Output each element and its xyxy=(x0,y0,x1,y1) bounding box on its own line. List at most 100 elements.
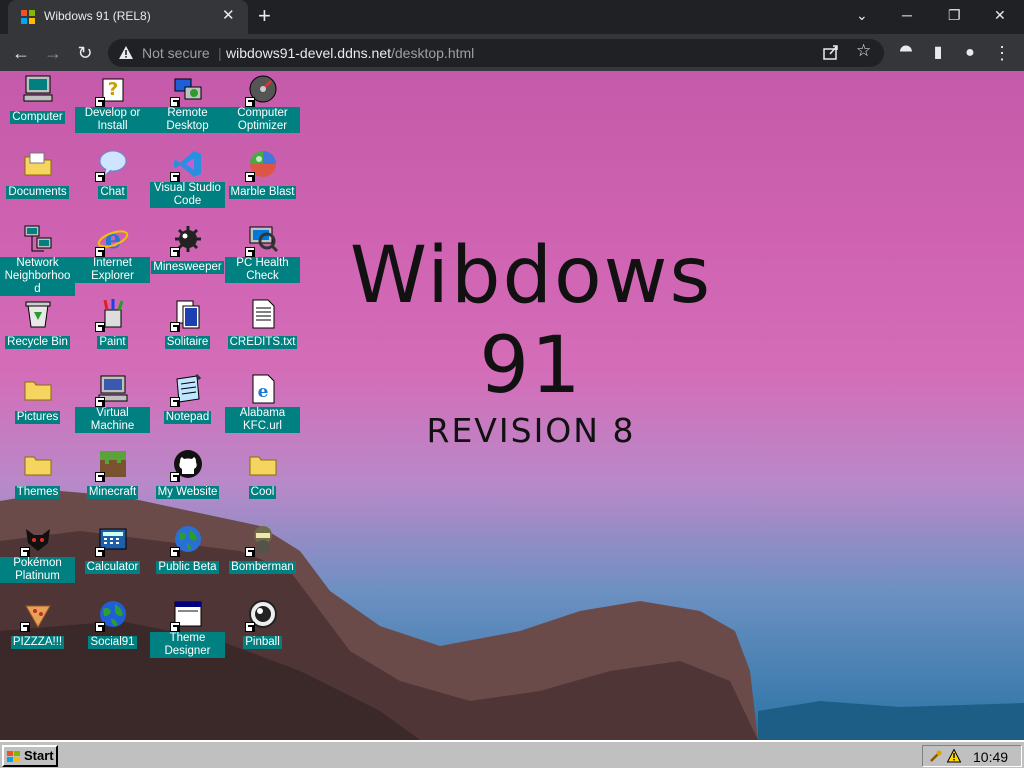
desktop-icon-label: Computer Optimizer xyxy=(225,107,300,133)
desktop-icon-alabama-kfc-url[interactable]: e Alabama KFC.url xyxy=(225,373,300,434)
favicon-icon xyxy=(20,9,36,25)
reload-button[interactable]: ↻ xyxy=(74,42,96,64)
taskbar: Start 10:49 xyxy=(0,740,1024,768)
shortcut-arrow-icon xyxy=(169,322,180,332)
desktop-icon-theme-designer[interactable]: Theme Designer xyxy=(150,598,225,659)
desktop-icon-label: Bomberman xyxy=(229,561,296,574)
close-window-button[interactable]: ✕ xyxy=(994,5,1006,25)
desktop-icon-computer[interactable]: Computer xyxy=(0,73,75,125)
desktop-icon-solitaire[interactable]: Solitaire xyxy=(150,298,225,350)
desktop-icon-develop-or-install[interactable]: ? Develop or Install xyxy=(75,73,150,134)
start-button[interactable]: Start xyxy=(2,745,58,767)
desktop-icon-paint[interactable]: Paint xyxy=(75,298,150,350)
minimize-button[interactable]: ─ xyxy=(902,5,912,25)
tab-close-icon[interactable]: ✕ xyxy=(222,7,235,25)
shortcut-arrow-icon xyxy=(19,622,30,632)
desktop-icon-public-beta[interactable]: Public Beta xyxy=(150,523,225,575)
desktop-icon-label: Remote Desktop xyxy=(150,107,225,133)
address-bar[interactable]: Not secure | wibdows91-devel.ddns.net/de… xyxy=(108,39,884,67)
system-tray: 10:49 xyxy=(922,745,1022,767)
url-file-icon: e xyxy=(247,373,279,405)
desktop-icon-internet-explorer[interactable]: e Internet Explorer xyxy=(75,223,150,284)
not-secure-icon[interactable] xyxy=(118,45,134,61)
desktop-icon-documents[interactable]: Documents xyxy=(0,148,75,200)
recycle-bin-icon xyxy=(22,298,54,330)
profile-icon[interactable]: ● xyxy=(959,42,981,64)
share-icon[interactable] xyxy=(822,43,840,61)
desktop-icon-credits-txt[interactable]: CREDITS.txt xyxy=(225,298,300,350)
maximize-button[interactable]: ❐ xyxy=(948,5,961,25)
desktop-icon-label: PC Health Check xyxy=(225,257,300,283)
desktop-icon-minesweeper[interactable]: Minesweeper xyxy=(150,223,225,275)
taskbar-clock[interactable]: 10:49 xyxy=(973,749,1008,765)
desktop-icon-themes[interactable]: Themes xyxy=(0,448,75,500)
desktop-icon-label: My Website xyxy=(155,486,220,499)
desktop-icon-computer-optimizer[interactable]: Computer Optimizer xyxy=(225,73,300,134)
shortcut-arrow-icon xyxy=(169,622,180,632)
tab-search-icon[interactable]: ⌄ xyxy=(856,5,868,25)
browser-tab-strip: Wibdows 91 (REL8) ✕ + ⌄ ─ ❐ ✕ xyxy=(0,0,1024,34)
desktop-icon-label: Social91 xyxy=(88,636,137,649)
desktop-icon-network-neighborhood[interactable]: Network Neighborhood xyxy=(0,223,75,297)
shortcut-arrow-icon xyxy=(94,547,105,557)
desktop-icon-pok-mon-platinum[interactable]: Pokémon Platinum xyxy=(0,523,75,584)
extensions-icon[interactable]: ⯊ xyxy=(895,42,917,64)
desktop-icon-pc-health-check[interactable]: PC Health Check xyxy=(225,223,300,284)
desktop-icon-pizzza[interactable]: PIZZZA!!! xyxy=(0,598,75,650)
desktop-icon-my-website[interactable]: My Website xyxy=(150,448,225,500)
forward-button[interactable]: → xyxy=(42,42,64,64)
desktop-icon-label: Visual Studio Code xyxy=(150,182,225,208)
side-panel-icon[interactable]: ▮ xyxy=(927,42,949,64)
desktop-icon-chat[interactable]: Chat xyxy=(75,148,150,200)
new-tab-button[interactable]: + xyxy=(258,4,271,28)
mine-icon xyxy=(169,223,204,257)
browser-tab[interactable]: Wibdows 91 (REL8) ✕ xyxy=(8,0,248,34)
chat-icon xyxy=(94,148,129,182)
desktop-icon-bomberman[interactable]: Bomberman xyxy=(225,523,300,575)
desktop[interactable]: Wibdows 91 REVISION 8 Computer? Develop o… xyxy=(0,71,1024,740)
virtual-machine-icon xyxy=(94,373,129,407)
desktop-icon-label: Solitaire xyxy=(164,336,211,349)
desktop-icon-calculator[interactable]: Calculator xyxy=(75,523,150,575)
warning-icon[interactable] xyxy=(946,748,962,763)
ie-icon: e xyxy=(94,223,129,257)
shortcut-arrow-icon xyxy=(244,622,255,632)
browser-toolbar: ← → ↻ Not secure | wibdows91-devel.ddns.… xyxy=(0,34,1024,71)
back-button[interactable]: ← xyxy=(10,42,32,64)
desktop-icon-cool[interactable]: Cool xyxy=(225,448,300,500)
themes-folder-icon xyxy=(22,448,54,480)
wallpaper-subtitle: REVISION 8 xyxy=(426,411,636,450)
browser-menu-icon[interactable]: ⋮ xyxy=(991,42,1013,64)
desktop-icon-notepad[interactable]: Notepad xyxy=(150,373,225,425)
desktop-icon-marble-blast[interactable]: Marble Blast xyxy=(225,148,300,200)
desktop-icon-pictures[interactable]: Pictures xyxy=(0,373,75,425)
url-host: wibdows91-devel.ddns.net xyxy=(226,45,391,61)
desktop-icon-label: Develop or Install xyxy=(75,107,150,133)
desktop-icon-label: Cool xyxy=(248,486,277,499)
paint-icon xyxy=(94,298,129,332)
desktop-icon-label: Internet Explorer xyxy=(75,257,150,283)
desktop-icon-social91[interactable]: Social91 xyxy=(75,598,150,650)
desktop-icon-virtual-machine[interactable]: Virtual Machine xyxy=(75,373,150,434)
desktop-icon-visual-studio-code[interactable]: Visual Studio Code xyxy=(150,148,225,209)
shortcut-arrow-icon xyxy=(244,547,255,557)
url-text[interactable]: wibdows91-devel.ddns.net/desktop.html xyxy=(226,45,474,61)
shortcut-arrow-icon xyxy=(94,622,105,632)
desktop-icon-minecraft[interactable]: Minecraft xyxy=(75,448,150,500)
desktop-icon-label: Minesweeper xyxy=(151,261,224,274)
start-label: Start xyxy=(24,748,54,763)
bookmark-star-icon[interactable]: ☆ xyxy=(856,41,871,61)
desktop-icon-label: Paint xyxy=(97,336,128,349)
shortcut-arrow-icon xyxy=(169,547,180,557)
desktop-icon-label: Marble Blast xyxy=(228,186,297,199)
desktop-icon-label: PIZZZA!!! xyxy=(10,636,65,649)
desktop-icon-pinball[interactable]: Pinball xyxy=(225,598,300,650)
pokemon-icon xyxy=(19,523,54,557)
security-label[interactable]: Not secure xyxy=(142,45,210,61)
text-file-icon xyxy=(247,298,279,330)
desktop-icon-remote-desktop[interactable]: Remote Desktop xyxy=(150,73,225,134)
desktop-icon-recycle-bin[interactable]: Recycle Bin xyxy=(0,298,75,350)
tools-icon[interactable] xyxy=(929,749,943,763)
shortcut-arrow-icon xyxy=(169,247,180,257)
network-icon xyxy=(22,223,54,255)
